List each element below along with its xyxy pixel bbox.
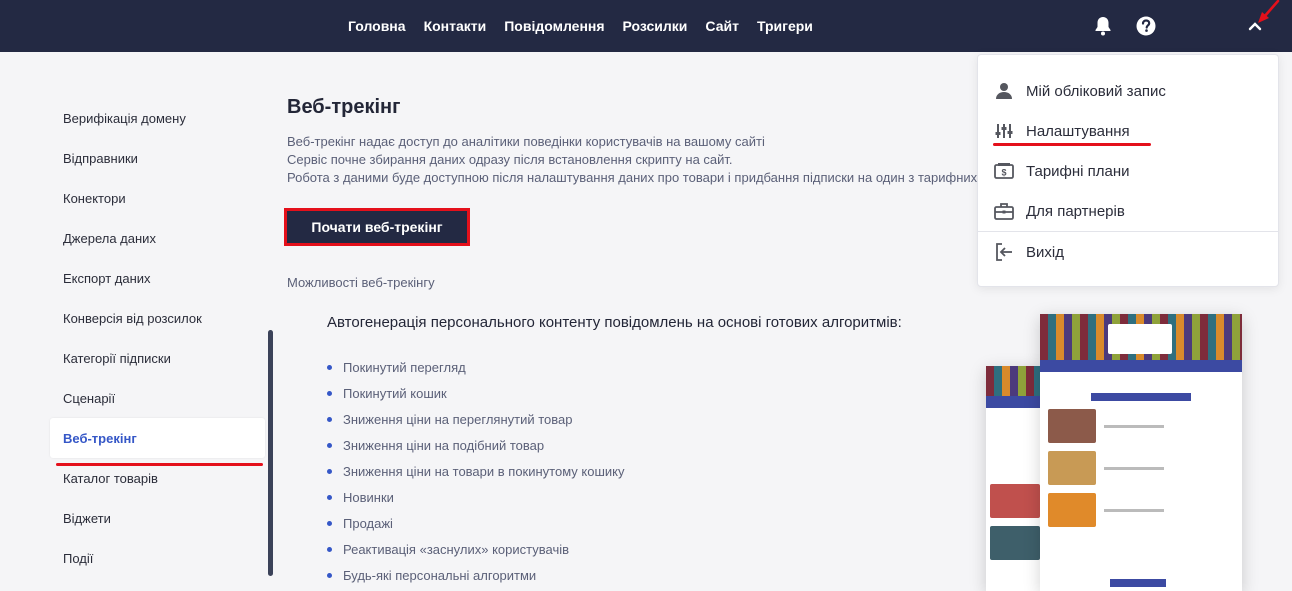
account-dropdown: Мій обліковий запис Налаштування $ Тариф…	[977, 54, 1279, 287]
menu-item-partners[interactable]: Для партнерів	[978, 191, 1278, 231]
capabilities-heading: Автогенерація персонального контенту пов…	[327, 314, 902, 331]
sidebar-item-subscription-categories[interactable]: Категорії підписки	[50, 338, 265, 378]
menu-item-label: Мій обліковий запис	[1026, 82, 1166, 100]
description-line: Сервіс почне збирання даних одразу після…	[287, 152, 733, 167]
briefcase-icon	[994, 201, 1014, 221]
sidebar-scrollbar[interactable]	[268, 330, 273, 576]
nav-site[interactable]: Сайт	[705, 18, 739, 34]
nav-home[interactable]: Головна	[348, 18, 406, 34]
logo-badge	[1108, 324, 1172, 354]
email-preview-illustration	[984, 312, 1244, 591]
description-line: Веб-трекінг надає доступ до аналітики по…	[287, 134, 765, 149]
main-content: Веб-трекінг Веб-трекінг надає доступ до …	[284, 96, 977, 583]
help-icon[interactable]	[1134, 14, 1158, 38]
list-item: Будь-які персональні алгоритми	[343, 562, 625, 588]
list-item: Новинки	[343, 484, 625, 510]
features-list: Покинутий перегляд Покинутий кошик Зниже…	[343, 354, 625, 588]
highlight-underline	[56, 463, 263, 466]
svg-text:$: $	[1001, 168, 1006, 178]
settings-sidebar: Верифікація домену Відправники Конектори…	[50, 98, 265, 578]
list-item: Реактивація «заснулих» користувачів	[343, 536, 625, 562]
description: Веб-трекінг надає доступ до аналітики по…	[287, 133, 977, 187]
sliders-icon	[994, 121, 1014, 141]
nav-messages[interactable]: Повідомлення	[504, 18, 604, 34]
list-item: Зниження ціни на подібний товар	[343, 432, 625, 458]
sidebar-item-campaign-conversion[interactable]: Конверсія від розсилок	[50, 298, 265, 338]
list-item: Продажі	[343, 510, 625, 536]
sidebar-item-data-export[interactable]: Експорт даних	[50, 258, 265, 298]
capabilities-link[interactable]: Можливості веб-трекінгу	[287, 275, 435, 290]
list-item: Покинутий перегляд	[343, 354, 625, 380]
menu-item-my-account[interactable]: Мій обліковий запис	[978, 71, 1278, 111]
cart-heading-graphic	[1040, 380, 1242, 390]
nav-triggers[interactable]: Тригери	[757, 18, 813, 34]
menu-item-logout[interactable]: Вихід	[978, 232, 1278, 272]
sidebar-item-widgets[interactable]: Віджети	[50, 498, 265, 538]
menu-item-label: Вихід	[1026, 243, 1064, 261]
email-preview-front	[1040, 314, 1242, 591]
main-nav: Головна Контакти Повідомлення Розсилки С…	[348, 0, 813, 52]
top-navigation-bar: Головна Контакти Повідомлення Розсилки С…	[0, 0, 1292, 52]
sidebar-item-data-sources[interactable]: Джерела даних	[50, 218, 265, 258]
menu-item-label: Тарифні плани	[1026, 162, 1130, 180]
start-web-tracking-button[interactable]: Почати веб-трекінг	[284, 208, 470, 246]
annotation-arrow-icon	[1258, 0, 1280, 23]
list-item: Покинутий кошик	[343, 380, 625, 406]
nav-campaigns[interactable]: Розсилки	[623, 18, 688, 34]
logout-icon	[994, 242, 1014, 262]
nav-contacts[interactable]: Контакти	[424, 18, 487, 34]
sidebar-item-domain-verification[interactable]: Верифікація домену	[50, 98, 265, 138]
sidebar-item-scenarios[interactable]: Сценарії	[50, 378, 265, 418]
email-preview-back	[986, 366, 1046, 591]
bell-icon[interactable]	[1091, 14, 1115, 38]
sidebar-item-web-tracking[interactable]: Веб-трекінг	[50, 418, 265, 466]
description-line: Робота з даними буде доступною після нал…	[287, 170, 978, 185]
user-icon	[994, 81, 1014, 101]
menu-item-tariff-plans[interactable]: $ Тарифні плани	[978, 151, 1278, 191]
sidebar-item-connectors[interactable]: Конектори	[50, 178, 265, 218]
list-item: Зниження ціни на переглянутий товар	[343, 406, 625, 432]
page-title: Веб-трекінг	[287, 96, 401, 118]
sidebar-item-label: Веб-трекінг	[63, 430, 137, 446]
list-item: Зниження ціни на товари в покинутому кош…	[343, 458, 625, 484]
menu-item-label: Для партнерів	[1026, 202, 1125, 220]
sidebar-item-senders[interactable]: Відправники	[50, 138, 265, 178]
tariff-icon: $	[994, 161, 1014, 181]
highlight-underline	[993, 143, 1151, 146]
sidebar-item-events[interactable]: Події	[50, 538, 265, 578]
menu-item-label: Налаштування	[1026, 122, 1130, 140]
